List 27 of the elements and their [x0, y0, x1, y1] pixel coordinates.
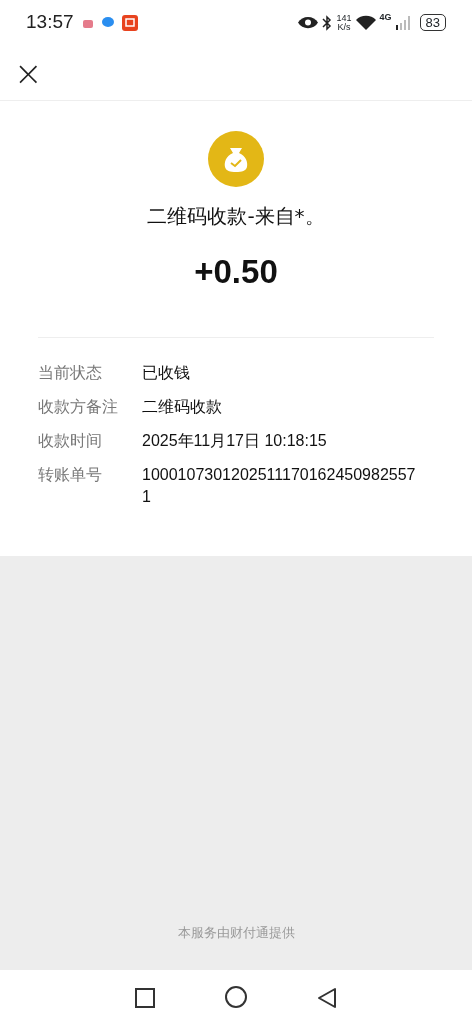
- detail-label: 转账单号: [38, 463, 103, 486]
- detail-label: 收款时间: [38, 429, 103, 452]
- status-time: 13:57: [26, 10, 74, 35]
- eye-icon: [298, 16, 319, 29]
- payment-title: 二维码收款-来自*。: [146, 203, 326, 230]
- app-icon: [121, 14, 138, 31]
- footer-text: 本服务由财付通提供: [177, 923, 295, 942]
- bluetooth-icon: [322, 14, 333, 31]
- close-button[interactable]: ×: [12, 55, 45, 90]
- wifi-icon: [355, 15, 376, 30]
- detail-value: 2025年11月17日 10:18:15: [142, 430, 328, 451]
- signal-icon: [395, 16, 412, 30]
- detail-label: 当前状态: [38, 361, 103, 384]
- chat-icon: [101, 17, 114, 28]
- payment-amount: +0.50: [193, 252, 279, 292]
- network-type: 4G: [379, 10, 392, 24]
- recent-apps-button[interactable]: [134, 985, 156, 1009]
- network-speed: 141: [336, 13, 352, 23]
- battery-indicator: 83: [419, 14, 446, 31]
- detail-value: 已收钱: [142, 362, 191, 383]
- home-button[interactable]: [224, 984, 248, 1010]
- network-speed-unit: K/s: [336, 22, 352, 32]
- detail-label: 收款方备注: [38, 395, 119, 418]
- detail-value: 二维码收款: [142, 396, 223, 417]
- detail-value: 10001073012025111701624509825571: [142, 464, 417, 507]
- money-bag-icon: [208, 131, 264, 187]
- back-button[interactable]: [316, 985, 338, 1009]
